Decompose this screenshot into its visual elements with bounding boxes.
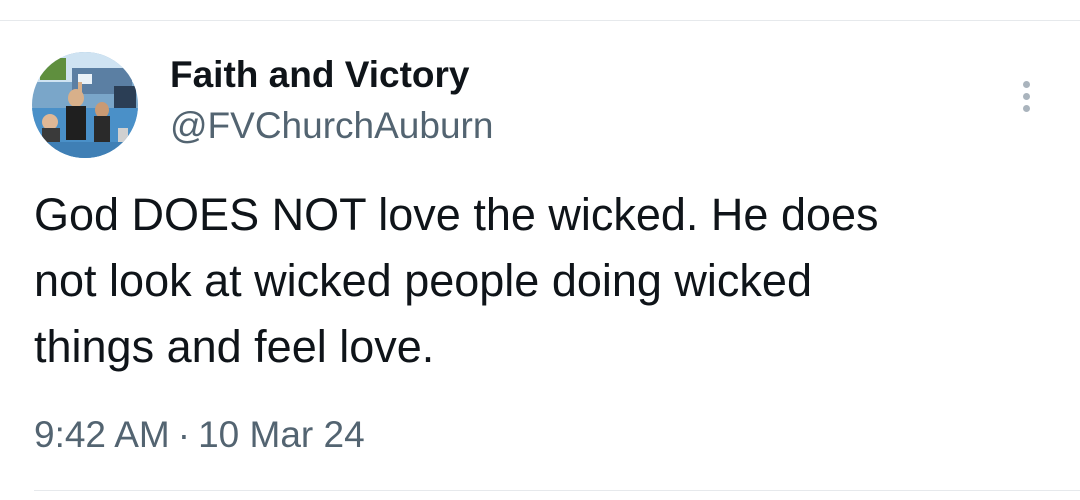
tweet-timestamp[interactable]: 9:42 AM · 10 Mar 24 [34, 412, 365, 458]
tweet-text: God DOES NOT love the wicked. He does no… [34, 189, 879, 372]
more-vertical-icon [1022, 80, 1030, 88]
meta-separator: · [177, 414, 191, 455]
top-divider [0, 20, 1080, 21]
bottom-divider [34, 490, 1080, 491]
profile-photo-icon [32, 52, 138, 158]
tweet-date: 10 Mar 24 [198, 414, 365, 455]
more-vertical-icon-dot [1022, 92, 1030, 100]
tweet-time: 9:42 AM [34, 414, 170, 455]
more-options-button[interactable] [1006, 74, 1046, 118]
more-vertical-icon-dot [1022, 104, 1030, 112]
tweet-author: Faith and Victory @FVChurchAuburn [170, 52, 493, 149]
author-handle[interactable]: @FVChurchAuburn [170, 103, 493, 149]
avatar[interactable] [32, 52, 138, 158]
author-display-name[interactable]: Faith and Victory [170, 52, 493, 98]
